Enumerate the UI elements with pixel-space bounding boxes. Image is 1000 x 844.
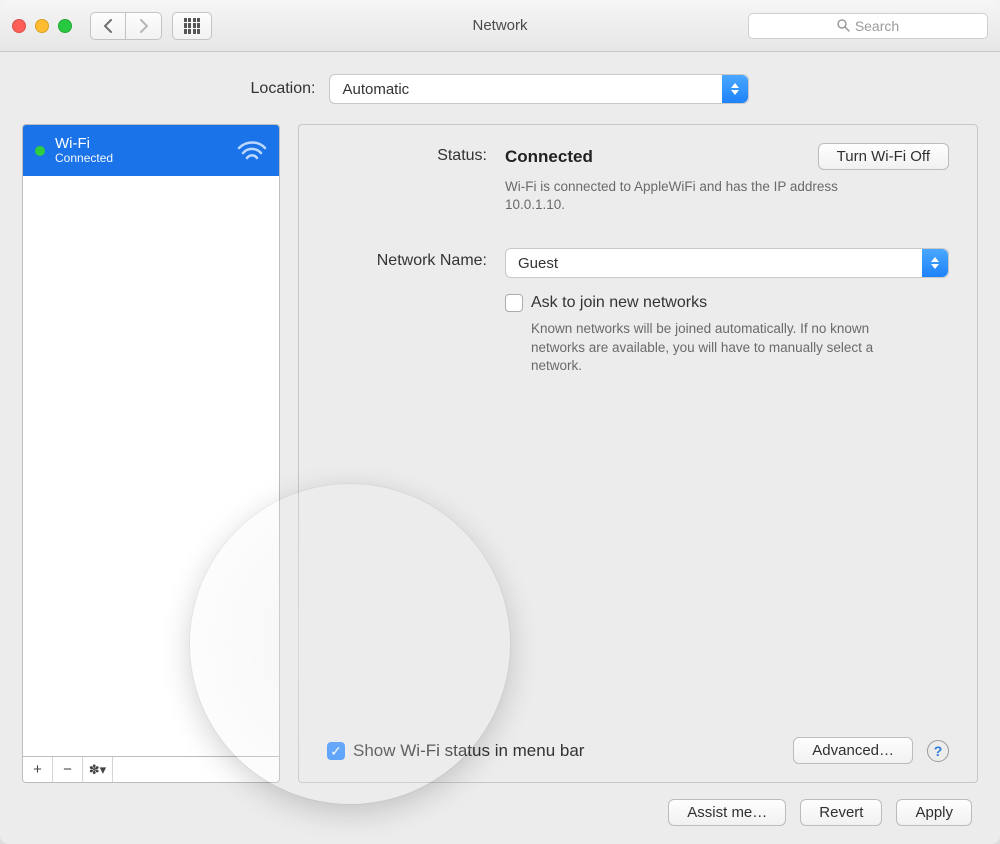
detail-bottom-row: Show Wi-Fi status in menu bar Advanced… …	[327, 737, 949, 764]
grid-icon	[184, 18, 200, 34]
close-window-button[interactable]	[12, 19, 26, 33]
zoom-window-button[interactable]	[58, 19, 72, 33]
add-service-button[interactable]: +	[23, 757, 53, 782]
back-button[interactable]	[90, 12, 126, 40]
network-name-select[interactable]: Guest	[505, 248, 949, 278]
location-label: Location:	[251, 80, 316, 98]
assist-me-button[interactable]: Assist me…	[668, 799, 786, 826]
status-dot-icon	[35, 146, 45, 156]
advanced-button[interactable]: Advanced…	[793, 737, 913, 764]
status-label: Status:	[327, 143, 487, 165]
toggle-wifi-button[interactable]: Turn Wi-Fi Off	[818, 143, 949, 170]
search-input[interactable]: Search	[748, 13, 988, 39]
window-body: Location: Automatic Wi-Fi Connected	[0, 52, 1000, 844]
apply-button[interactable]: Apply	[896, 799, 972, 826]
chevron-up-down-icon	[722, 75, 748, 103]
show-menubar-checkbox[interactable]	[327, 742, 345, 760]
service-list[interactable]: Wi-Fi Connected	[22, 124, 280, 757]
toolbar-spacer	[113, 757, 279, 782]
location-select[interactable]: Automatic	[329, 74, 749, 104]
search-icon	[837, 19, 850, 32]
network-name-label: Network Name:	[327, 248, 487, 270]
detail-panel: Status: Connected Turn Wi-Fi Off Wi-Fi i…	[298, 124, 978, 783]
wifi-icon	[237, 140, 267, 162]
minimize-window-button[interactable]	[35, 19, 49, 33]
main-row: Wi-Fi Connected + − ✽▾	[22, 124, 978, 783]
footer: Assist me… Revert Apply	[22, 783, 978, 826]
window-controls	[12, 19, 72, 33]
service-name: Wi-Fi	[55, 135, 113, 152]
network-name-value: Guest	[518, 255, 558, 272]
remove-service-button[interactable]: −	[53, 757, 83, 782]
sidebar-toolbar: + − ✽▾	[22, 757, 280, 783]
status-value: Connected	[505, 147, 593, 167]
ask-join-checkbox[interactable]	[505, 294, 523, 312]
ask-join-label: Ask to join new networks	[531, 294, 707, 312]
titlebar: Network Search	[0, 0, 1000, 52]
chevron-up-down-icon	[922, 249, 948, 277]
sidebar-column: Wi-Fi Connected + − ✽▾	[22, 124, 280, 783]
location-value: Automatic	[342, 81, 409, 98]
show-all-button[interactable]	[172, 12, 212, 40]
show-menubar-row[interactable]: Show Wi-Fi status in menu bar	[327, 741, 584, 761]
search-placeholder: Search	[855, 18, 899, 34]
service-item-wifi[interactable]: Wi-Fi Connected	[23, 125, 279, 176]
show-menubar-label: Show Wi-Fi status in menu bar	[353, 741, 584, 761]
service-text: Wi-Fi Connected	[55, 135, 113, 166]
service-status: Connected	[55, 152, 113, 166]
nav-back-forward	[90, 12, 162, 40]
service-actions-button[interactable]: ✽▾	[83, 757, 113, 782]
forward-button[interactable]	[126, 12, 162, 40]
status-description: Wi-Fi is connected to AppleWiFi and has …	[505, 178, 885, 214]
ask-join-row[interactable]: Ask to join new networks	[505, 294, 949, 312]
location-row: Location: Automatic	[22, 52, 978, 124]
ask-join-description: Known networks will be joined automatica…	[531, 320, 911, 375]
help-button[interactable]: ?	[927, 740, 949, 762]
network-prefs-window: Network Search Location: Automatic Wi-Fi	[0, 0, 1000, 844]
revert-button[interactable]: Revert	[800, 799, 882, 826]
